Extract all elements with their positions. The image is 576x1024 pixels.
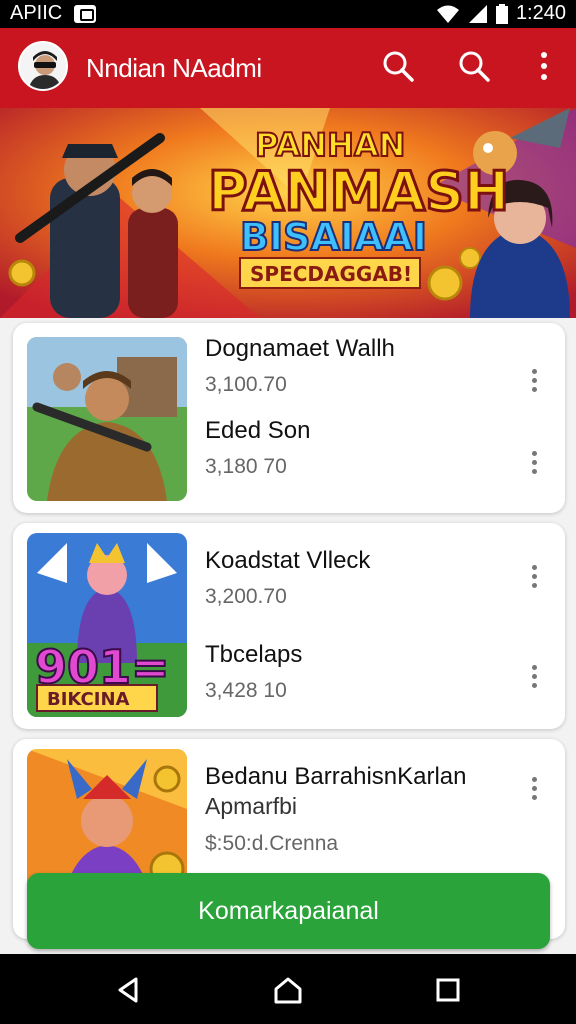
system-nav-bar xyxy=(0,954,576,1024)
wifi-icon xyxy=(436,5,459,23)
battery-icon xyxy=(495,3,508,24)
status-bar: APIIC 1:240 xyxy=(0,0,576,28)
search-icon xyxy=(459,51,490,82)
item-more-button[interactable] xyxy=(523,445,545,479)
banner-line-1: PANHAN xyxy=(255,126,405,164)
app-bar: Nndian NAadmi xyxy=(0,28,576,108)
card-thumbnail[interactable] xyxy=(27,337,187,501)
banner-artwork: PANHAN PANMASH BISAIAAI SPECDAGGAB! xyxy=(0,108,576,318)
item-more-button[interactable] xyxy=(523,659,545,693)
banner-line-2: PANMASH xyxy=(208,160,509,223)
item-name: Bedanu BarrahisnKarlan xyxy=(205,763,467,790)
primary-action-button[interactable]: Komarkapaianal xyxy=(27,873,550,949)
item-more-button[interactable] xyxy=(523,559,545,593)
search-button-secondary[interactable] xyxy=(454,46,494,86)
banner-line-4: SPECDAGGAB! xyxy=(250,262,412,286)
item-name: Dognamaet Wallh xyxy=(205,335,395,362)
list-card[interactable]: 901= BIKCINA Koadstat Vlleck 3,200.70 Tb… xyxy=(13,523,565,729)
home-button[interactable] xyxy=(270,972,306,1008)
list-item[interactable]: Tbcelaps 3,428 10 xyxy=(205,641,302,703)
notification-icon xyxy=(74,4,97,23)
list-item[interactable]: Dognamaet Wallh 3,100.70 xyxy=(205,335,395,397)
signal-icon xyxy=(468,4,487,23)
search-icon xyxy=(383,51,414,82)
home-icon xyxy=(274,977,302,1004)
app-title: Nndian NAadmi xyxy=(86,53,262,83)
card-thumbnail[interactable]: 901= BIKCINA xyxy=(27,533,187,717)
status-carrier: APIIC xyxy=(10,2,63,24)
item-value: 3,180 70 xyxy=(205,455,287,478)
item-more-button[interactable] xyxy=(523,363,545,397)
overflow-menu-button[interactable] xyxy=(524,46,564,86)
more-vert-icon xyxy=(541,52,547,80)
item-value: $:50:d.Crenna xyxy=(205,832,339,855)
banner-line-3: BISAIAAI xyxy=(240,215,427,259)
back-icon xyxy=(118,977,138,1003)
item-subtitle: Apmarfbi xyxy=(205,793,298,819)
content-list[interactable]: Dognamaet Wallh 3,100.70 Eded Son 3,180 … xyxy=(0,318,576,954)
back-button[interactable] xyxy=(110,972,146,1008)
recents-button[interactable] xyxy=(430,972,466,1008)
list-item[interactable]: Koadstat Vlleck 3,200.70 xyxy=(205,547,370,609)
thumb-label: BIKCINA xyxy=(47,689,130,710)
item-value: 3,200.70 xyxy=(205,585,287,608)
item-name: Eded Son xyxy=(205,417,311,444)
item-value: 3,100.70 xyxy=(205,373,287,396)
list-item[interactable]: Eded Son 3,180 70 xyxy=(205,417,310,479)
item-name: Koadstat Vlleck xyxy=(205,547,371,574)
list-card[interactable]: Dognamaet Wallh 3,100.70 Eded Son 3,180 … xyxy=(13,323,565,513)
search-button[interactable] xyxy=(378,46,418,86)
list-item[interactable]: Bedanu BarrahisnKarlan Apmarfbi $:50:d.C… xyxy=(205,763,467,856)
promo-banner[interactable]: PANHAN PANMASH BISAIAAI SPECDAGGAB! xyxy=(0,108,576,318)
item-value: 3,428 10 xyxy=(205,679,287,702)
item-more-button[interactable] xyxy=(523,771,545,805)
item-name: Tbcelaps xyxy=(205,641,303,668)
recents-icon xyxy=(436,978,460,1002)
status-time: 1:240 xyxy=(515,2,566,24)
avatar[interactable] xyxy=(18,41,68,91)
